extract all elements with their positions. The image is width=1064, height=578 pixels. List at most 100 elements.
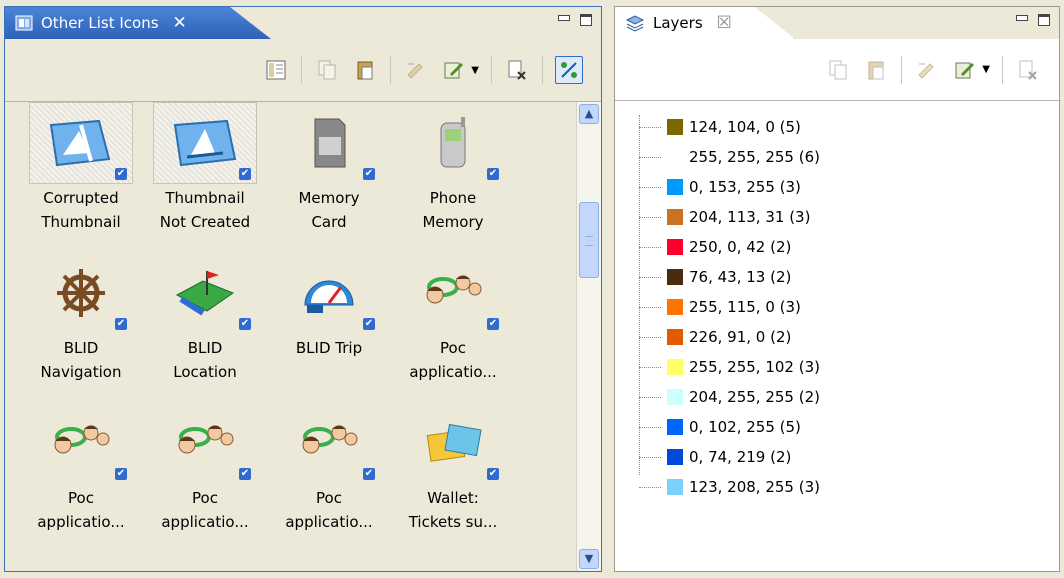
maximize-icon[interactable] xyxy=(1037,13,1051,27)
grid-item-caption: Corrupted Thumbnail xyxy=(41,189,121,231)
layer-label: 0, 102, 255 (5) xyxy=(689,418,801,436)
checkbox-icon[interactable]: ✔ xyxy=(115,168,127,180)
checkbox-icon[interactable]: ✔ xyxy=(239,468,251,480)
color-swatch xyxy=(667,329,683,345)
scroll-thumb[interactable] xyxy=(579,202,599,278)
layer-label: 0, 153, 255 (3) xyxy=(689,178,801,196)
minimize-icon[interactable] xyxy=(557,13,571,27)
tree-connector xyxy=(639,306,661,308)
tab-other-list-icons[interactable]: Other List Icons ✕ xyxy=(5,7,271,39)
toggle-percent-icon[interactable] xyxy=(555,56,583,84)
layer-label: 255, 115, 0 (3) xyxy=(689,298,801,316)
edit-dropdown-icon[interactable]: ▼ xyxy=(471,65,479,76)
grid-item-caption: BLID Location xyxy=(173,339,237,381)
icon-grid: ✔ Corrupted Thumbnail ✔ Thumbnail Not Creat… xyxy=(5,102,601,571)
checkbox-icon[interactable]: ✔ xyxy=(363,168,375,180)
maximize-icon[interactable] xyxy=(579,13,593,27)
color-swatch xyxy=(667,389,683,405)
right-tab-bar: Layers ☒ xyxy=(615,7,1059,39)
grid-item[interactable]: ✔ Poc applicatio... xyxy=(393,246,513,392)
vertical-scrollbar[interactable]: ▲ ▼ xyxy=(576,102,601,571)
grid-item[interactable]: ✔ BLID Location xyxy=(145,246,265,392)
grid-item[interactable]: ✔ Corrupted Thumbnail xyxy=(21,102,141,242)
toolbar-separator xyxy=(1002,55,1003,84)
color-swatch xyxy=(667,269,683,285)
grid-item-caption: BLID Navigation xyxy=(40,339,122,381)
grid-item-caption: Thumbnail Not Created xyxy=(159,189,251,231)
grid-item-caption: BLID Trip xyxy=(295,339,363,357)
layer-item[interactable]: 250, 0, 42 (2) xyxy=(639,235,791,259)
layer-item[interactable]: 123, 208, 255 (3) xyxy=(639,475,820,499)
grid-item-caption: Phone Memory xyxy=(422,189,484,231)
grid-item[interactable]: ✔ Poc applicatio... xyxy=(145,396,265,542)
grid-item[interactable]: ✔ Poc applicatio... xyxy=(21,396,141,542)
grid-item-caption: Memory Card xyxy=(298,189,360,231)
layer-item[interactable]: 255, 255, 102 (3) xyxy=(639,355,820,379)
checkbox-icon[interactable]: ✔ xyxy=(487,168,499,180)
copy-icon[interactable] xyxy=(825,57,851,83)
tab-layers[interactable]: Layers ☒ xyxy=(615,7,795,39)
tree-connector xyxy=(639,126,661,128)
layer-item[interactable]: 204, 113, 31 (3) xyxy=(639,205,810,229)
layer-label: 226, 91, 0 (2) xyxy=(689,328,792,346)
layer-label: 0, 74, 219 (2) xyxy=(689,448,792,466)
right-toolbar: ▼ xyxy=(615,39,1059,101)
edit-dropdown-icon[interactable]: ▼ xyxy=(982,64,990,75)
checkbox-icon[interactable]: ✔ xyxy=(363,468,375,480)
checkbox-icon[interactable]: ✔ xyxy=(487,318,499,330)
layer-item[interactable]: 255, 255, 255 (6) xyxy=(639,145,820,169)
layer-item[interactable]: 226, 91, 0 (2) xyxy=(639,325,791,349)
checkbox-icon[interactable]: ✔ xyxy=(239,318,251,330)
layers-icon xyxy=(625,15,645,32)
tree-connector xyxy=(639,486,661,488)
checkbox-icon[interactable]: ✔ xyxy=(115,468,127,480)
toolbar-separator xyxy=(542,56,543,84)
grid-item[interactable]: ✔ Poc applicatio... xyxy=(269,396,389,542)
gallery-icon xyxy=(15,15,33,31)
scroll-up-icon[interactable]: ▲ xyxy=(579,104,599,124)
other-list-icons-view: Other List Icons ✕ ▼ ✔ Corrupted Thumbna… xyxy=(4,6,602,572)
copy-icon[interactable] xyxy=(314,57,340,83)
tree-connector xyxy=(639,396,661,398)
layer-item[interactable]: 0, 102, 255 (5) xyxy=(639,415,801,439)
minimize-icon[interactable] xyxy=(1015,13,1029,27)
color-swatch xyxy=(667,149,683,165)
edit-icon[interactable] xyxy=(441,57,467,83)
tab-label: Layers xyxy=(653,14,703,32)
rename-icon[interactable] xyxy=(403,57,429,83)
color-swatch xyxy=(667,479,683,495)
color-swatch xyxy=(667,209,683,225)
scroll-down-icon[interactable]: ▼ xyxy=(579,549,599,569)
edit-icon[interactable] xyxy=(952,57,978,83)
layer-item[interactable]: 204, 255, 255 (2) xyxy=(639,385,820,409)
rename-icon[interactable] xyxy=(914,57,940,83)
tree-connector xyxy=(639,336,661,338)
layer-item[interactable]: 255, 115, 0 (3) xyxy=(639,295,801,319)
delete-file-icon[interactable] xyxy=(504,57,530,83)
color-swatch xyxy=(667,359,683,375)
grid-item[interactable]: ✔ Phone Memory xyxy=(393,102,513,242)
checkbox-icon[interactable]: ✔ xyxy=(115,318,127,330)
color-swatch xyxy=(667,119,683,135)
checkbox-icon[interactable]: ✔ xyxy=(239,168,251,180)
details-view-icon[interactable] xyxy=(263,57,289,83)
layers-view: Layers ☒ ▼ 124, 104, 0 (5) 255, 255, 255 … xyxy=(614,6,1060,572)
grid-item[interactable]: ✔ BLID Trip xyxy=(269,246,389,392)
layer-item[interactable]: 0, 74, 219 (2) xyxy=(639,445,791,469)
grid-item[interactable]: ✔ Memory Card xyxy=(269,102,389,242)
paste-icon[interactable] xyxy=(352,57,378,83)
grid-item[interactable]: ✔ Thumbnail Not Created xyxy=(145,102,265,242)
left-toolbar: ▼ xyxy=(5,39,601,102)
layer-item[interactable]: 76, 43, 13 (2) xyxy=(639,265,791,289)
close-icon[interactable]: ✕ xyxy=(173,13,187,33)
close-icon[interactable]: ☒ xyxy=(717,13,732,33)
grid-item[interactable]: ✔ Wallet: Tickets su... xyxy=(393,396,513,542)
delete-file-icon[interactable] xyxy=(1015,57,1041,83)
tree-connector xyxy=(639,456,661,458)
grid-item[interactable]: ✔ BLID Navigation xyxy=(21,246,141,392)
checkbox-icon[interactable]: ✔ xyxy=(487,468,499,480)
paste-icon[interactable] xyxy=(863,57,889,83)
layer-item[interactable]: 0, 153, 255 (3) xyxy=(639,175,801,199)
checkbox-icon[interactable]: ✔ xyxy=(363,318,375,330)
layer-item[interactable]: 124, 104, 0 (5) xyxy=(639,115,801,139)
